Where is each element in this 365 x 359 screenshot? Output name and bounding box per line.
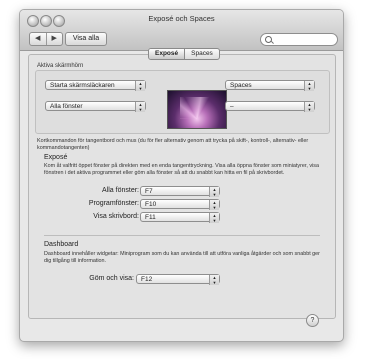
chevron-updown-icon: ▲ ▼: [304, 102, 314, 112]
show-desktop-key-value: F11: [145, 214, 156, 221]
dashboard-description: Dashboard innehåller widgetar: Miniprogr…: [44, 251, 320, 264]
chevron-updown-icon: ▲ ▼: [209, 187, 219, 197]
active-corners-heading: Aktiva skärmhörn: [37, 63, 84, 69]
expose-description: Kom åt valfritt öppet fönster på direkte…: [44, 163, 319, 176]
tab-bar: Exposé Spaces: [148, 48, 220, 60]
corner-bottom-left-popup[interactable]: Alla fönster ▲ ▼: [45, 101, 146, 112]
title-bar: Exposé och Spaces ◀ ▶ Visa alla: [20, 10, 343, 51]
tab-spaces[interactable]: Spaces: [185, 49, 219, 59]
dashboard-label: Göm och visa:: [89, 275, 134, 282]
expose-heading: Exposé: [44, 154, 68, 161]
dashboard-key-value: F12: [141, 276, 153, 283]
chevron-updown-icon: ▲ ▼: [209, 275, 219, 285]
forward-arrow-icon[interactable]: ▶: [47, 33, 63, 45]
corner-bottom-right-popup[interactable]: – ▲ ▼: [225, 101, 315, 112]
corner-top-left-value: Starta skärmsläckaren: [50, 82, 115, 89]
back-arrow-icon[interactable]: ◀: [30, 33, 47, 45]
all-windows-key-popup[interactable]: F7 ▲ ▼: [140, 186, 220, 197]
corner-top-left-popup[interactable]: Starta skärmsläckaren ▲ ▼: [45, 80, 146, 91]
help-button[interactable]: ?: [306, 314, 319, 327]
dashboard-heading: Dashboard: [44, 241, 79, 248]
search-input[interactable]: [273, 34, 333, 44]
app-windows-key-popup[interactable]: F10 ▲ ▼: [140, 199, 220, 210]
corner-bottom-left-value: Alla fönster: [50, 103, 83, 110]
corner-top-right-value: Spaces: [230, 82, 252, 89]
search-field[interactable]: [260, 33, 338, 46]
corner-top-right-popup[interactable]: Spaces ▲ ▼: [225, 80, 315, 91]
chevron-updown-icon: ▲ ▼: [209, 213, 219, 223]
all-windows-label: Alla fönster:: [102, 187, 139, 194]
app-windows-key-value: F10: [145, 201, 157, 208]
section-divider: [44, 235, 320, 236]
preferences-window: Exposé och Spaces ◀ ▶ Visa alla Exposé S…: [19, 9, 344, 342]
window-title: Exposé och Spaces: [148, 14, 215, 23]
shortcuts-intro-text: Kortkommandon för tangentbord och mus (d…: [37, 138, 309, 151]
show-desktop-label: Visa skrivbord:: [93, 213, 139, 220]
search-icon: [265, 36, 272, 43]
app-windows-label: Programfönster:: [88, 200, 139, 207]
chevron-updown-icon: ▲ ▼: [304, 81, 314, 91]
corner-bottom-right-value: –: [230, 103, 234, 110]
all-windows-key-value: F7: [145, 188, 153, 195]
dashboard-key-popup[interactable]: F12 ▲ ▼: [136, 274, 220, 285]
chevron-updown-icon: ▲ ▼: [135, 102, 145, 112]
chevron-updown-icon: ▲ ▼: [209, 200, 219, 210]
show-all-button[interactable]: Visa alla: [65, 32, 107, 46]
back-forward-control: ◀ ▶: [29, 32, 63, 46]
desktop-preview-image: [167, 90, 227, 129]
chevron-updown-icon: ▲ ▼: [135, 81, 145, 91]
tab-expose[interactable]: Exposé: [149, 49, 186, 59]
show-desktop-key-popup[interactable]: F11 ▲ ▼: [140, 212, 220, 223]
